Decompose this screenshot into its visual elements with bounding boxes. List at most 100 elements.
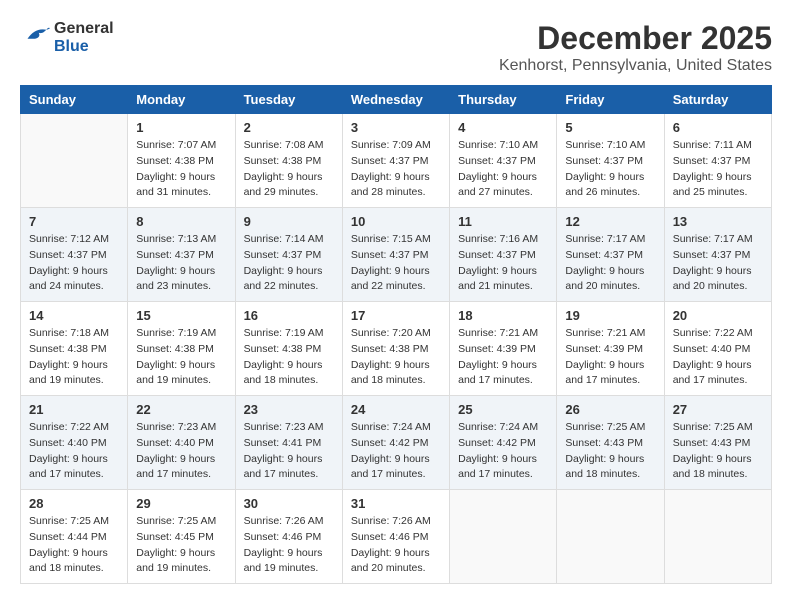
calendar-cell-w3-d2: 15Sunrise: 7:19 AMSunset: 4:38 PMDayligh… [128,302,235,396]
calendar-cell-w1-d2: 1 Sunrise: 7:07 AMSunset: 4:38 PMDaylight… [128,114,235,208]
day-info-2: Sunrise: 7:08 AMSunset: 4:38 PMDaylight:… [244,138,334,201]
day-number-14: 14 [29,308,119,323]
calendar-cell-w4-d1: 21 Sunrise: 7:22 AMSunset: 4:40 PMDayligh… [21,396,128,490]
day-info-14: Sunrise: 7:18 AMSunset: 4:38 PMDaylight:… [29,326,119,389]
day-number-31: 31 [351,496,441,511]
day-info-1: Sunrise: 7:07 AMSunset: 4:38 PMDaylight:… [136,138,226,201]
calendar-week-3: 14 Sunrise: 7:18 AMSunset: 4:38 PMDayligh… [21,302,772,396]
logo-bird-icon [20,23,50,47]
day-number-20: 20 [673,308,763,323]
day-number-10: 10 [351,214,441,229]
day-number-24: 24 [351,402,441,417]
header-friday: Friday [557,86,664,114]
day-info-12: Sunrise: 7:17 AMSunset: 4:37 PMDaylight:… [565,232,655,295]
day-info-9: Sunrise: 7:14 AMSunset: 4:37 PMDaylight:… [244,232,334,295]
calendar-cell-w5-d6 [557,490,664,584]
header-saturday: Saturday [664,86,771,114]
day-info-10: Sunrise: 7:15 AMSunset: 4:37 PMDaylight:… [351,232,441,295]
calendar-week-2: 7 Sunrise: 7:12 AMSunset: 4:37 PMDaylight… [21,208,772,302]
day-number-7: 7 [29,214,119,229]
calendar-week-5: 28Sunrise: 7:25 AMSunset: 4:44 PMDayligh… [21,490,772,584]
day-info-30: Sunrise: 7:26 AMSunset: 4:46 PMDaylight:… [244,514,334,577]
calendar-cell-w1-d3: 2 Sunrise: 7:08 AMSunset: 4:38 PMDaylight… [235,114,342,208]
calendar-cell-w4-d5: 25Sunrise: 7:24 AMSunset: 4:42 PMDayligh… [450,396,557,490]
day-number-26: 26 [565,402,655,417]
day-number-22: 22 [136,402,226,417]
day-info-26: Sunrise: 7:25 AMSunset: 4:43 PMDaylight:… [565,420,655,483]
month-title: December 2025 [499,20,772,57]
calendar-cell-w1-d5: 4 Sunrise: 7:10 AMSunset: 4:37 PMDaylight… [450,114,557,208]
day-number-21: 21 [29,402,119,417]
day-info-31: Sunrise: 7:26 AMSunset: 4:46 PMDaylight:… [351,514,441,577]
day-number-1: 1 [136,120,226,135]
logo-blue: Blue [54,38,114,56]
calendar-cell-w3-d5: 18 Sunrise: 7:21 AMSunset: 4:39 PMDayligh… [450,302,557,396]
day-info-17: Sunrise: 7:20 AMSunset: 4:38 PMDaylight:… [351,326,441,389]
day-number-13: 13 [673,214,763,229]
day-info-18: Sunrise: 7:21 AMSunset: 4:39 PMDaylight:… [458,326,548,389]
calendar-cell-w3-d6: 19Sunrise: 7:21 AMSunset: 4:39 PMDayligh… [557,302,664,396]
calendar-cell-w2-d1: 7 Sunrise: 7:12 AMSunset: 4:37 PMDaylight… [21,208,128,302]
calendar-cell-w2-d3: 9 Sunrise: 7:14 AMSunset: 4:37 PMDaylight… [235,208,342,302]
calendar-cell-w5-d1: 28Sunrise: 7:25 AMSunset: 4:44 PMDayligh… [21,490,128,584]
day-info-15: Sunrise: 7:19 AMSunset: 4:38 PMDaylight:… [136,326,226,389]
day-number-3: 3 [351,120,441,135]
calendar-cell-w4-d3: 23 Sunrise: 7:23 AMSunset: 4:41 PMDayligh… [235,396,342,490]
day-info-29: Sunrise: 7:25 AMSunset: 4:45 PMDaylight:… [136,514,226,577]
day-info-7: Sunrise: 7:12 AMSunset: 4:37 PMDaylight:… [29,232,119,295]
logo-general: General [54,20,114,38]
calendar-cell-w1-d6: 5Sunrise: 7:10 AMSunset: 4:37 PMDaylight… [557,114,664,208]
day-info-23: Sunrise: 7:23 AMSunset: 4:41 PMDaylight:… [244,420,334,483]
day-info-3: Sunrise: 7:09 AMSunset: 4:37 PMDaylight:… [351,138,441,201]
calendar-week-4: 21 Sunrise: 7:22 AMSunset: 4:40 PMDayligh… [21,396,772,490]
calendar-cell-w3-d3: 16 Sunrise: 7:19 AMSunset: 4:38 PMDayligh… [235,302,342,396]
day-number-2: 2 [244,120,334,135]
header-thursday: Thursday [450,86,557,114]
day-info-4: Sunrise: 7:10 AMSunset: 4:37 PMDaylight:… [458,138,548,201]
day-number-29: 29 [136,496,226,511]
calendar-cell-w2-d4: 10 Sunrise: 7:15 AMSunset: 4:37 PMDayligh… [342,208,449,302]
day-number-30: 30 [244,496,334,511]
calendar-cell-w3-d7: 20Sunrise: 7:22 AMSunset: 4:40 PMDayligh… [664,302,771,396]
day-info-21: Sunrise: 7:22 AMSunset: 4:40 PMDaylight:… [29,420,119,483]
day-number-23: 23 [244,402,334,417]
calendar-cell-w5-d4: 31 Sunrise: 7:26 AMSunset: 4:46 PMDayligh… [342,490,449,584]
calendar-cell-w5-d2: 29 Sunrise: 7:25 AMSunset: 4:45 PMDayligh… [128,490,235,584]
calendar-cell-w2-d7: 13 Sunrise: 7:17 AMSunset: 4:37 PMDayligh… [664,208,771,302]
calendar-cell-w2-d2: 8Sunrise: 7:13 AMSunset: 4:37 PMDaylight… [128,208,235,302]
day-number-17: 17 [351,308,441,323]
day-info-19: Sunrise: 7:21 AMSunset: 4:39 PMDaylight:… [565,326,655,389]
calendar-header-row: SundayMondayTuesdayWednesdayThursdayFrid… [21,86,772,114]
calendar-cell-w5-d3: 30 Sunrise: 7:26 AMSunset: 4:46 PMDayligh… [235,490,342,584]
day-info-28: Sunrise: 7:25 AMSunset: 4:44 PMDaylight:… [29,514,119,577]
calendar-cell-w2-d6: 12 Sunrise: 7:17 AMSunset: 4:37 PMDayligh… [557,208,664,302]
page-header: General Blue December 2025 Kenhorst, Pen… [20,20,772,75]
day-info-16: Sunrise: 7:19 AMSunset: 4:38 PMDaylight:… [244,326,334,389]
header-tuesday: Tuesday [235,86,342,114]
calendar-cell-w3-d4: 17 Sunrise: 7:20 AMSunset: 4:38 PMDayligh… [342,302,449,396]
header-monday: Monday [128,86,235,114]
day-info-22: Sunrise: 7:23 AMSunset: 4:40 PMDaylight:… [136,420,226,483]
day-info-13: Sunrise: 7:17 AMSunset: 4:37 PMDaylight:… [673,232,763,295]
calendar-cell-w1-d4: 3 Sunrise: 7:09 AMSunset: 4:37 PMDaylight… [342,114,449,208]
calendar-cell-w1-d1 [21,114,128,208]
calendar-cell-w4-d6: 26 Sunrise: 7:25 AMSunset: 4:43 PMDayligh… [557,396,664,490]
day-number-18: 18 [458,308,548,323]
calendar-cell-w3-d1: 14 Sunrise: 7:18 AMSunset: 4:38 PMDayligh… [21,302,128,396]
calendar-cell-w5-d5 [450,490,557,584]
calendar-cell-w1-d7: 6 Sunrise: 7:11 AMSunset: 4:37 PMDaylight… [664,114,771,208]
location-title: Kenhorst, Pennsylvania, United States [499,57,772,75]
calendar-week-1: 1 Sunrise: 7:07 AMSunset: 4:38 PMDaylight… [21,114,772,208]
day-number-6: 6 [673,120,763,135]
day-info-6: Sunrise: 7:11 AMSunset: 4:37 PMDaylight:… [673,138,763,201]
calendar-cell-w4-d7: 27Sunrise: 7:25 AMSunset: 4:43 PMDayligh… [664,396,771,490]
title-section: December 2025 Kenhorst, Pennsylvania, Un… [499,20,772,75]
day-number-11: 11 [458,214,548,229]
day-info-5: Sunrise: 7:10 AMSunset: 4:37 PMDaylight:… [565,138,655,201]
day-number-9: 9 [244,214,334,229]
day-number-27: 27 [673,402,763,417]
day-number-4: 4 [458,120,548,135]
day-number-25: 25 [458,402,548,417]
day-number-16: 16 [244,308,334,323]
day-number-12: 12 [565,214,655,229]
